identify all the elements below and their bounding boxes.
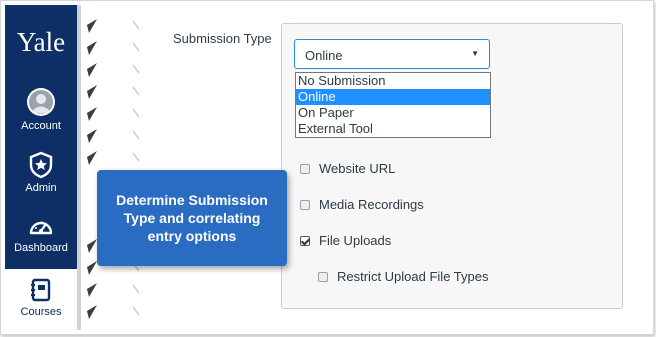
- callout-text: Determine Submission Type and correlatin…: [116, 192, 268, 244]
- yale-logo[interactable]: Yale: [5, 27, 77, 58]
- website-url-option[interactable]: Website URL: [300, 161, 395, 176]
- admin-shield-icon: [29, 151, 53, 179]
- nav-border: [77, 5, 81, 330]
- global-navigation: Yale Account Admin Dashboard Courses: [5, 5, 77, 330]
- selected-value: Online: [305, 48, 343, 63]
- torn-edge-divider: [83, 5, 143, 330]
- submission-type-label: Submission Type: [173, 31, 272, 46]
- nav-item-label: Account: [21, 120, 61, 132]
- media-recordings-checkbox[interactable]: [300, 199, 310, 210]
- checkbox-label: File Uploads: [319, 233, 392, 248]
- dashboard-gauge-icon: [29, 221, 53, 235]
- courses-book-icon: [31, 278, 51, 302]
- media-recordings-option[interactable]: Media Recordings: [300, 197, 424, 212]
- option-on-paper[interactable]: On Paper: [296, 105, 490, 121]
- file-uploads-checkbox[interactable]: [300, 235, 310, 246]
- restrict-file-types-option[interactable]: Restrict Upload File Types: [318, 269, 489, 284]
- checkbox-label: Restrict Upload File Types: [337, 269, 489, 284]
- checkbox-label: Website URL: [319, 161, 396, 176]
- nav-item-label: Admin: [25, 182, 57, 194]
- checkbox-label: Media Recordings: [319, 197, 424, 212]
- submission-type-select[interactable]: Online ▼: [294, 39, 490, 69]
- nav-item-admin[interactable]: Admin: [5, 151, 77, 209]
- submission-type-dropdown: No Submission Online On Paper External T…: [295, 72, 491, 138]
- option-online[interactable]: Online: [296, 89, 490, 105]
- torn-edge-graphic: [87, 19, 140, 319]
- option-external-tool[interactable]: External Tool: [296, 121, 490, 137]
- account-icon: [27, 88, 55, 116]
- annotation-callout: Determine Submission Type and correlatin…: [97, 170, 287, 266]
- nav-item-label: Dashboard: [14, 242, 68, 254]
- nav-item-label: Courses: [20, 306, 62, 318]
- nav-item-account[interactable]: Account: [5, 87, 77, 145]
- option-no-submission[interactable]: No Submission: [296, 73, 490, 89]
- chevron-down-icon: ▼: [471, 49, 479, 58]
- screenshot-frame: Yale Account Admin Dashboard Courses Sub…: [0, 0, 654, 335]
- nav-item-courses[interactable]: Courses: [5, 269, 77, 330]
- nav-item-dashboard[interactable]: Dashboard: [5, 215, 77, 273]
- file-uploads-option[interactable]: File Uploads: [300, 233, 391, 248]
- website-url-checkbox[interactable]: [300, 163, 310, 174]
- restrict-file-types-checkbox[interactable]: [318, 271, 328, 282]
